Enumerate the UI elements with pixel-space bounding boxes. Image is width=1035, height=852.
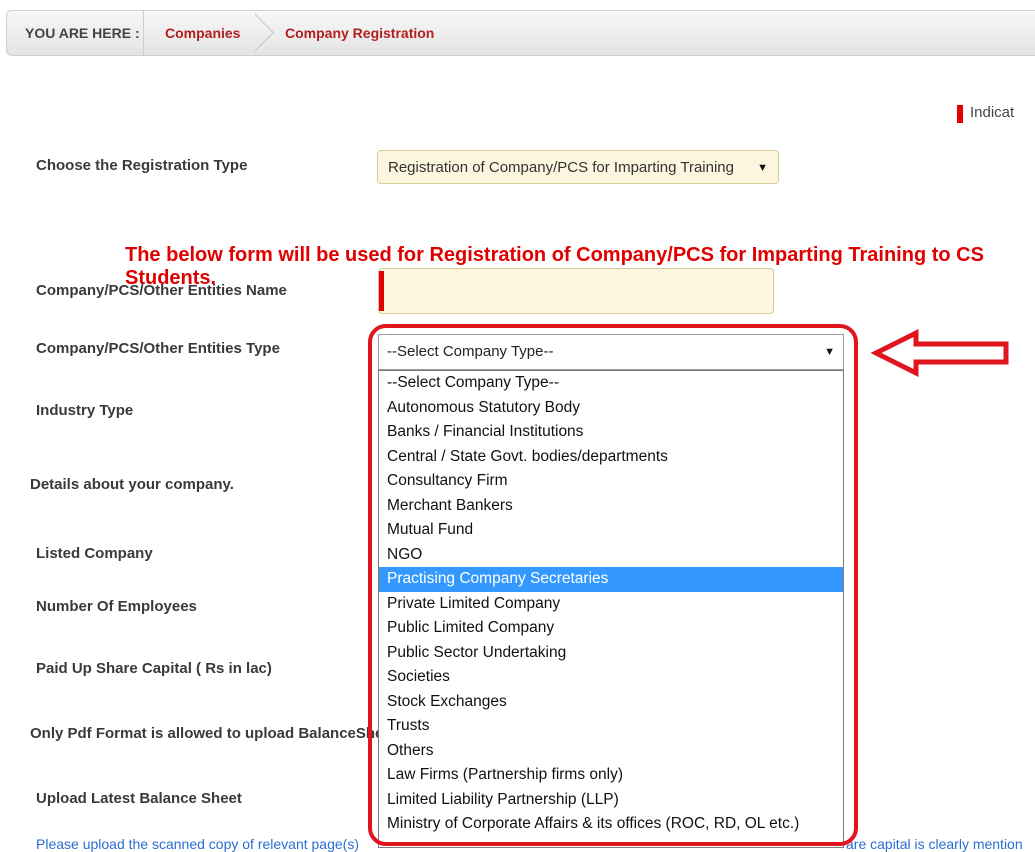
breadcrumb-current: Company Registration	[285, 25, 435, 41]
breadcrumb-divider	[143, 11, 144, 55]
dropdown-caret-icon: ▼	[824, 346, 835, 358]
company-type-option[interactable]: NGO	[379, 543, 843, 568]
company-type-value: --Select Company Type--	[387, 343, 554, 360]
company-type-option[interactable]: Law Firms (Partnership firms only)	[379, 763, 843, 788]
required-indicator-mark	[957, 105, 963, 123]
company-details-label: Details about your company.	[30, 476, 234, 493]
company-type-option[interactable]: Merchant Bankers	[379, 494, 843, 519]
company-type-option[interactable]: Trusts	[379, 714, 843, 739]
company-type-option[interactable]: Practising Company Secretaries	[379, 567, 843, 592]
company-type-option[interactable]: Mutual Fund	[379, 518, 843, 543]
company-type-option[interactable]: Stock Exchanges	[379, 690, 843, 715]
breadcrumb-companies-link[interactable]: Companies	[165, 11, 240, 55]
chevron-right-icon	[255, 13, 285, 53]
registration-type-select[interactable]: Registration of Company/PCS for Impartin…	[377, 150, 779, 184]
company-type-option[interactable]: Others	[379, 739, 843, 764]
pdf-format-note: Only Pdf Format is allowed to upload Bal…	[30, 725, 397, 742]
annotation-arrow-icon	[870, 328, 1009, 378]
employees-label: Number Of Employees	[36, 598, 197, 615]
company-type-option[interactable]: Public Limited Company	[379, 616, 843, 641]
company-type-option[interactable]: Limited Liability Partnership (LLP)	[379, 788, 843, 813]
entity-type-label: Company/PCS/Other Entities Type	[36, 340, 280, 357]
upload-balance-sheet-label: Upload Latest Balance Sheet	[36, 790, 242, 807]
listed-company-label: Listed Company	[36, 545, 153, 562]
share-capital-label: Paid Up Share Capital ( Rs in lac)	[36, 660, 272, 677]
dropdown-caret-icon: ▼	[757, 162, 768, 174]
company-type-option[interactable]: Private Limited Company	[379, 592, 843, 617]
company-type-option[interactable]: Banks / Financial Institutions	[379, 420, 843, 445]
company-type-options-list: --Select Company Type-- Autonomous Statut…	[378, 370, 844, 848]
required-field-marker	[379, 271, 384, 311]
breadcrumb: YOU ARE HERE : Companies Company Registr…	[6, 10, 1035, 56]
company-type-option[interactable]: --Select Company Type--	[379, 371, 843, 396]
company-type-option[interactable]: Central / State Govt. bodies/departments	[379, 445, 843, 470]
company-type-option[interactable]: Societies	[379, 665, 843, 690]
required-indicator-text: Indicat	[970, 104, 1015, 121]
company-type-option[interactable]: Autonomous Statutory Body	[379, 396, 843, 421]
industry-type-label: Industry Type	[36, 402, 134, 419]
company-type-option[interactable]: Public Sector Undertaking	[379, 641, 843, 666]
company-type-option[interactable]: Consultancy Firm	[379, 469, 843, 494]
upload-help-text-right: are capital is clearly mention	[846, 836, 1023, 852]
upload-help-text-left: Please upload the scanned copy of releva…	[36, 836, 359, 852]
entity-name-label: Company/PCS/Other Entities Name	[36, 282, 287, 299]
company-type-select[interactable]: --Select Company Type-- ▼	[378, 334, 844, 370]
company-type-option[interactable]: Ministry of Corporate Affairs & its offi…	[379, 812, 843, 837]
registration-type-value: Registration of Company/PCS for Impartin…	[388, 159, 734, 176]
breadcrumb-prefix: YOU ARE HERE :	[25, 25, 140, 41]
entity-name-input[interactable]	[378, 268, 774, 314]
registration-type-label: Choose the Registration Type	[36, 157, 248, 174]
